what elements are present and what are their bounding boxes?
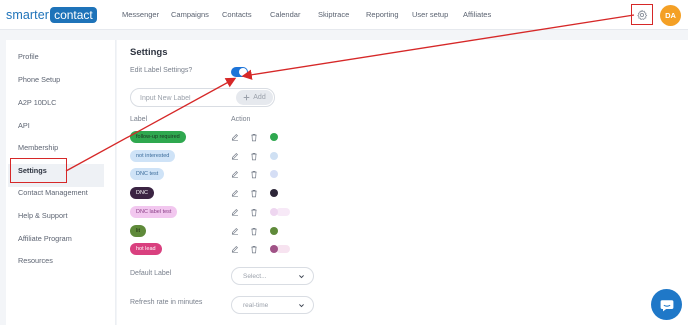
edit-label-settings-toggle[interactable] bbox=[231, 67, 248, 77]
nav-reporting[interactable]: Reporting bbox=[366, 10, 399, 19]
trash-icon[interactable] bbox=[249, 188, 259, 198]
label-row: follow-up required bbox=[130, 131, 305, 145]
nav-user-setup[interactable]: User setup bbox=[412, 10, 448, 19]
top-navbar: smarter contact Messenger Campaigns Cont… bbox=[0, 0, 688, 30]
sidebar-item-membership[interactable]: Membership bbox=[18, 143, 58, 152]
trash-icon[interactable] bbox=[249, 169, 259, 179]
sidebar-item-a2p-10dlc[interactable]: A2P 10DLC bbox=[18, 98, 56, 107]
label-color-swatch[interactable] bbox=[270, 152, 278, 160]
trash-icon[interactable] bbox=[249, 244, 259, 254]
chat-icon bbox=[660, 299, 673, 311]
page-title: Settings bbox=[130, 47, 168, 58]
default-label-label: Default Label bbox=[130, 270, 172, 277]
logo-text-smarter: smarter bbox=[6, 8, 50, 22]
nav-skiptrace[interactable]: Skiptrace bbox=[318, 10, 349, 19]
label-row: not interested bbox=[130, 150, 305, 164]
add-label-button-text: Add bbox=[253, 94, 266, 101]
default-label-select[interactable]: Select... bbox=[231, 267, 314, 285]
avatar-initials: DA bbox=[665, 11, 676, 20]
label-pill: lit bbox=[130, 225, 146, 237]
label-pill: DNC bbox=[130, 187, 154, 199]
label-row: lit bbox=[130, 225, 305, 239]
sidebar-item-help-support[interactable]: Help & Support bbox=[18, 211, 68, 220]
label-color-swatch[interactable] bbox=[270, 245, 278, 253]
pencil-icon[interactable] bbox=[230, 226, 240, 236]
edit-label-settings-label: Edit Label Settings? bbox=[130, 67, 193, 74]
refresh-rate-select-value: real-time bbox=[243, 302, 269, 309]
label-pill: not interested bbox=[130, 150, 176, 162]
label-color-swatch[interactable] bbox=[270, 133, 278, 141]
pencil-icon[interactable] bbox=[230, 132, 240, 142]
trash-icon[interactable] bbox=[249, 132, 259, 142]
sidebar-item-resources[interactable]: Resources bbox=[18, 256, 53, 265]
label-color-swatch[interactable] bbox=[270, 227, 278, 235]
settings-panel: Settings Edit Label Settings? Add Label … bbox=[117, 40, 688, 325]
label-color-swatch[interactable] bbox=[270, 189, 278, 197]
label-pill: follow-up required bbox=[130, 131, 186, 143]
label-pill: DNC test bbox=[130, 168, 165, 180]
label-row: DNC label test bbox=[130, 206, 305, 220]
label-row: DNC test bbox=[130, 168, 305, 182]
sidebar-item-affiliate-program[interactable]: Affiliate Program bbox=[18, 234, 72, 243]
nav-affiliates[interactable]: Affiliates bbox=[463, 10, 491, 19]
sidebar-item-profile[interactable]: Profile bbox=[18, 52, 39, 61]
chat-support-button[interactable] bbox=[651, 289, 682, 320]
label-pill: hot lead bbox=[130, 243, 162, 255]
new-label-input-group: Add bbox=[130, 88, 275, 107]
nav-messenger[interactable]: Messenger bbox=[122, 10, 159, 19]
label-row: hot lead bbox=[130, 243, 305, 257]
label-color-swatch[interactable] bbox=[270, 170, 278, 178]
trash-icon[interactable] bbox=[249, 207, 259, 217]
color-swatch-highlight bbox=[276, 208, 290, 216]
trash-icon[interactable] bbox=[249, 226, 259, 236]
settings-gear-button[interactable] bbox=[631, 4, 653, 25]
action-column-header: Action bbox=[231, 116, 251, 123]
settings-highlight-annotation bbox=[10, 158, 67, 183]
user-avatar[interactable]: DA bbox=[660, 5, 681, 26]
toggle-knob bbox=[239, 68, 247, 76]
label-pill: DNC label test bbox=[130, 206, 178, 218]
nav-calendar[interactable]: Calendar bbox=[270, 10, 300, 19]
new-label-input[interactable] bbox=[140, 92, 230, 104]
logo-text-contact: contact bbox=[50, 7, 97, 23]
refresh-rate-label: Refresh rate in minutes bbox=[130, 299, 203, 306]
label-row: DNC bbox=[130, 187, 305, 201]
pencil-icon[interactable] bbox=[230, 207, 240, 217]
add-label-button[interactable]: Add bbox=[236, 90, 273, 105]
app-logo[interactable]: smarter contact bbox=[6, 7, 97, 23]
sidebar-item-api[interactable]: API bbox=[18, 121, 30, 130]
chevron-down-icon bbox=[299, 304, 304, 308]
pencil-icon[interactable] bbox=[230, 151, 240, 161]
sidebar-item-contact-management[interactable]: Contact Management bbox=[18, 188, 88, 197]
label-column-header: Label bbox=[130, 116, 148, 123]
trash-icon[interactable] bbox=[249, 151, 259, 161]
color-swatch-highlight bbox=[276, 245, 290, 253]
label-color-swatch[interactable] bbox=[270, 208, 278, 216]
nav-contacts[interactable]: Contacts bbox=[222, 10, 252, 19]
plus-icon bbox=[243, 94, 250, 101]
nav-campaigns[interactable]: Campaigns bbox=[171, 10, 209, 19]
pencil-icon[interactable] bbox=[230, 188, 240, 198]
default-label-select-value: Select... bbox=[243, 273, 267, 280]
refresh-rate-select[interactable]: real-time bbox=[231, 296, 314, 314]
pencil-icon[interactable] bbox=[230, 169, 240, 179]
sidebar-item-phone-setup[interactable]: Phone Setup bbox=[18, 75, 60, 84]
gear-icon bbox=[637, 9, 648, 20]
chevron-down-icon bbox=[299, 275, 304, 279]
pencil-icon[interactable] bbox=[230, 244, 240, 254]
